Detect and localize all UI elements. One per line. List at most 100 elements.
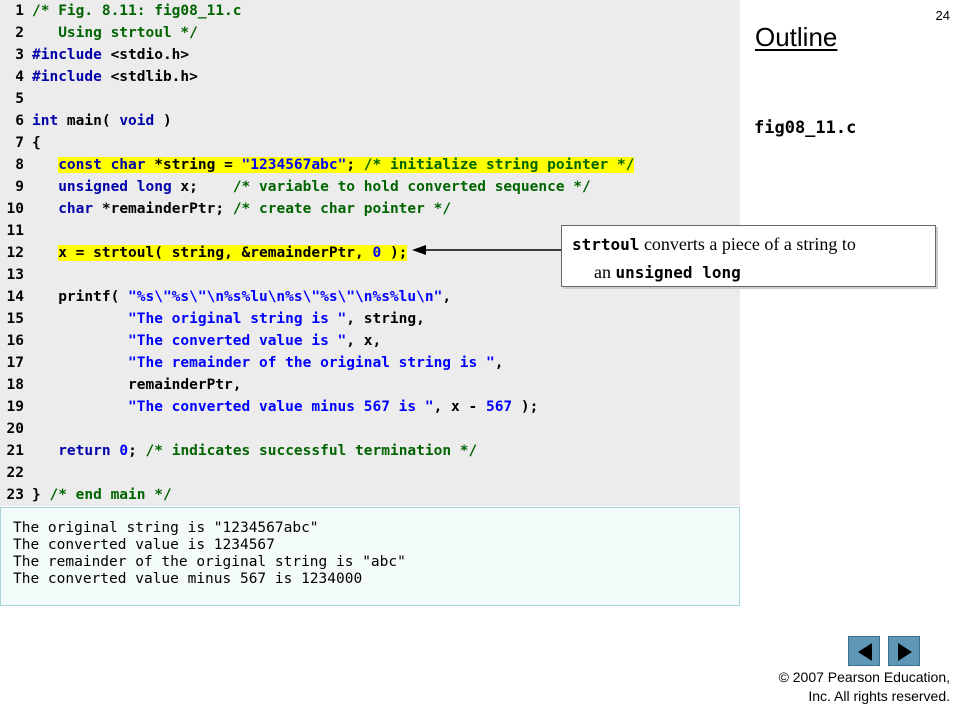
code-token: void xyxy=(119,113,155,129)
line-number: 8 xyxy=(15,157,24,173)
slide-number: 24 xyxy=(935,8,950,23)
line-code: Using strtoul */ xyxy=(32,22,198,44)
line-code: #include <stdio.h> xyxy=(32,44,189,66)
output-line: The original string is "1234567abc" xyxy=(13,520,319,536)
triangle-right-icon xyxy=(898,643,912,661)
copyright-line-1: © 2007 Pearson Education, xyxy=(778,669,950,685)
code-line: 14 printf( "%s\"%s\"\n%s%lu\n%s\"%s\"\n%… xyxy=(0,286,740,308)
output-line: The remainder of the original string is … xyxy=(13,554,406,570)
line-code: /* Fig. 8.11: fig08_11.c xyxy=(32,0,242,22)
line-code: } /* end main */ xyxy=(32,484,172,506)
code-token: ); xyxy=(512,399,539,415)
code-token: *remainderPtr; xyxy=(93,201,233,217)
code-token: return xyxy=(58,443,111,459)
next-slide-button[interactable] xyxy=(888,636,920,666)
code-line: 1 /* Fig. 8.11: fig08_11.c xyxy=(0,0,740,22)
code-line: 21 return 0; /* indicates successful ter… xyxy=(0,440,740,462)
code-token: int xyxy=(32,113,59,129)
line-number: 3 xyxy=(15,47,24,63)
code-line: 8 const char *string = "1234567abc"; /* … xyxy=(0,154,740,176)
line-number: 14 xyxy=(6,289,24,305)
callout-box: strtoul converts a piece of a string to … xyxy=(561,225,936,287)
code-line: 17 "The remainder of the original string… xyxy=(0,352,740,374)
line-code: "The converted value is ", x, xyxy=(32,330,381,352)
line-number: 5 xyxy=(15,91,24,107)
code-token: <stdio.h> xyxy=(110,47,190,63)
code-token: "1234567abc" xyxy=(241,157,347,173)
line-code: "The converted value minus 567 is ", x -… xyxy=(32,396,538,418)
line-number: 11 xyxy=(6,223,24,239)
code-token: , x, xyxy=(346,333,382,349)
line-number: 15 xyxy=(6,311,24,327)
line-number: 4 xyxy=(15,69,24,85)
code-token: <stdlib.h> xyxy=(110,69,198,85)
line-code: remainderPtr, xyxy=(32,374,242,396)
line-number: 1 xyxy=(15,3,24,19)
code-line: 18 remainderPtr, xyxy=(0,374,740,396)
code-token: printf( xyxy=(32,289,129,305)
copyright-line-2: Inc. All rights reserved. xyxy=(808,688,950,704)
line-number: 19 xyxy=(6,399,24,415)
line-code: char *remainderPtr; /* create char point… xyxy=(32,198,451,220)
line-code: #include <stdlib.h> xyxy=(32,66,198,88)
line-code: const char *string = "1234567abc"; /* in… xyxy=(32,154,635,176)
code-line: 7{ xyxy=(0,132,740,154)
code-token: main( xyxy=(58,113,120,129)
code-token: unsigned long xyxy=(58,179,172,195)
line-number: 21 xyxy=(6,443,24,459)
program-output: The original string is "1234567abc" The c… xyxy=(0,507,740,606)
code-token: , x - xyxy=(433,399,486,415)
callout-code-type: unsigned long xyxy=(615,263,741,282)
code-token: *string = xyxy=(145,157,242,173)
code-token: 0 xyxy=(372,245,382,261)
code-token: const char xyxy=(58,157,146,173)
line-number: 20 xyxy=(6,421,24,437)
code-line: 6 int main( void ) xyxy=(0,110,740,132)
code-line: 22 xyxy=(0,462,740,484)
callout-code-strtoul: strtoul xyxy=(572,235,640,254)
line-number: 2 xyxy=(15,25,24,41)
code-token: , xyxy=(494,355,504,371)
code-token: ); xyxy=(381,245,408,261)
code-token: /* create char pointer */ xyxy=(232,201,452,217)
code-token: , xyxy=(442,289,452,305)
code-line: 9 unsigned long x; /* variable to hold c… xyxy=(0,176,740,198)
outline-title: Outline xyxy=(755,22,838,52)
code-token: /* Fig. 8.11: fig08_11.c xyxy=(32,3,242,19)
code-line: 4 #include <stdlib.h> xyxy=(0,66,740,88)
output-line: The converted value is 1234567 xyxy=(13,537,275,553)
code-token: Using strtoul */ xyxy=(32,25,198,41)
code-line: 16 "The converted value is ", x, xyxy=(0,330,740,352)
line-number: 6 xyxy=(15,113,24,129)
code-token: ) xyxy=(154,113,172,129)
callout-text-line2: an xyxy=(594,262,616,282)
code-token: "%s\"%s\"\n%s%lu\n%s\"%s\"\n%s%lu\n" xyxy=(128,289,443,305)
line-code: "The remainder of the original string is… xyxy=(32,352,503,374)
code-token: "The converted value is " xyxy=(128,333,347,349)
code-line: 3 #include <stdio.h> xyxy=(0,44,740,66)
code-line: 20 xyxy=(0,418,740,440)
code-token: #include xyxy=(32,47,111,63)
code-token: "The original string is " xyxy=(128,311,347,327)
code-token: /* end main */ xyxy=(49,487,172,503)
line-code: x = strtoul( string, &remainderPtr, 0 ); xyxy=(32,242,408,264)
code-token: /* indicates successful termination */ xyxy=(145,443,478,459)
previous-slide-button[interactable] xyxy=(848,636,880,666)
code-token: x; xyxy=(171,179,233,195)
code-token: "The remainder of the original string is… xyxy=(128,355,495,371)
code-token: ; xyxy=(346,157,364,173)
code-token: } xyxy=(32,487,50,503)
code-token: { xyxy=(32,135,41,151)
code-line: 10 char *remainderPtr; /* create char po… xyxy=(0,198,740,220)
file-label: fig08_11.c xyxy=(754,118,857,138)
code-token: x = strtoul( string, &remainderPtr, xyxy=(58,245,373,261)
line-number: 13 xyxy=(6,267,24,283)
callout-arrow xyxy=(412,245,562,255)
line-code: "The original string is ", string, xyxy=(32,308,425,330)
